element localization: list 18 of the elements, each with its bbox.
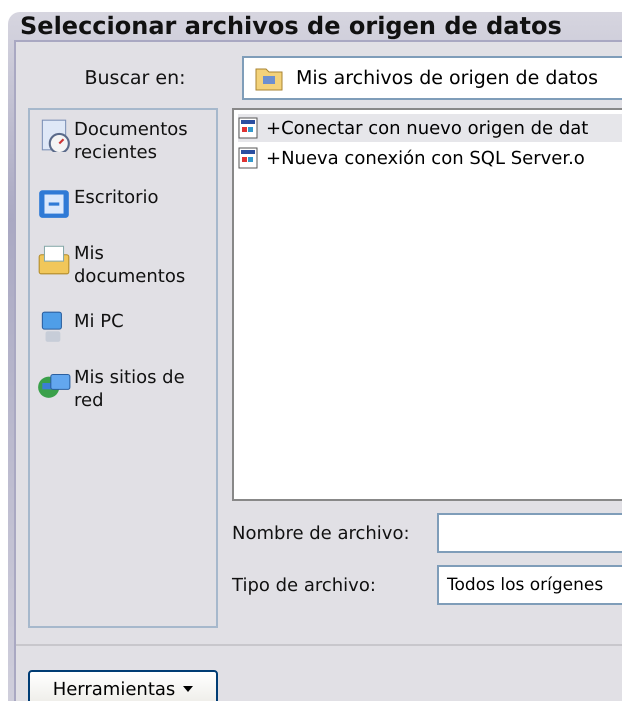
window-file-icon <box>238 117 260 139</box>
caret-icon <box>183 686 194 692</box>
file-item[interactable]: +Conectar con nuevo origen de dat <box>238 114 622 142</box>
look-in-dropdown[interactable]: Mis archivos de origen de datos <box>242 56 622 100</box>
file-type-dropdown[interactable]: Todos los orígenes <box>437 565 622 605</box>
places-item[interactable]: Documentos recientes <box>36 118 196 164</box>
places-item[interactable]: Mis sitios de red <box>36 366 196 412</box>
places-item[interactable]: Mi PC <box>36 310 196 344</box>
tools-button[interactable]: Herramientas <box>28 670 218 701</box>
places-item[interactable]: Escritorio <box>36 186 196 220</box>
file-item[interactable]: +Nueva conexión con SQL Server.o <box>238 144 622 172</box>
file-name-label: Nombre de archivo: <box>232 522 411 544</box>
file-type-label: Tipo de archivo: <box>232 574 377 596</box>
window-file-icon <box>238 147 260 169</box>
window-title: Seleccionar archivos de origen de datos <box>19 12 563 40</box>
places-item[interactable]: Mis documentos <box>36 242 196 288</box>
file-name-field[interactable] <box>437 513 622 553</box>
look-in-label: Buscar en: <box>83 67 187 89</box>
